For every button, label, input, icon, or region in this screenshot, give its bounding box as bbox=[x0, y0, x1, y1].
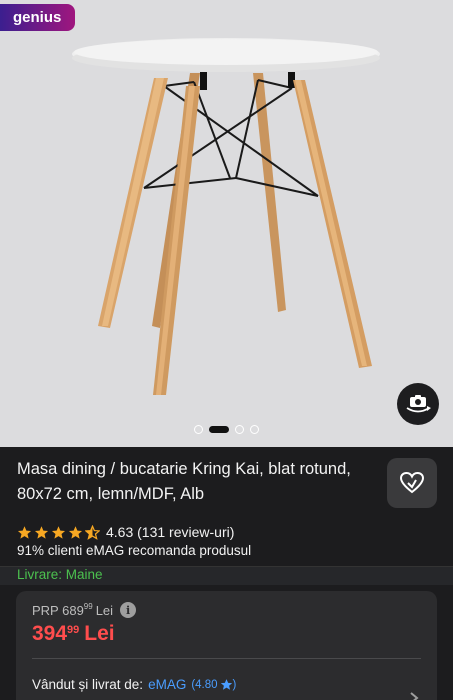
favorite-button[interactable] bbox=[387, 458, 437, 508]
seller-rating-value: (4.80 bbox=[191, 678, 218, 691]
divider bbox=[32, 658, 421, 659]
camera-rotate-button[interactable] bbox=[397, 383, 439, 425]
star-icon bbox=[34, 525, 49, 539]
prp-currency: Lei bbox=[95, 602, 114, 618]
seller-row[interactable]: Vândut și livrat de: eMAG (4.80 ) bbox=[32, 677, 236, 692]
chevron-right-icon[interactable] bbox=[409, 691, 419, 700]
gallery-dot[interactable] bbox=[250, 425, 259, 434]
rating-row[interactable]: 4.63 (131 review-uri) bbox=[17, 524, 234, 540]
info-icon[interactable]: i bbox=[120, 602, 137, 618]
genius-badge: genius bbox=[0, 4, 76, 31]
delivery-label: Livrare: Maine bbox=[17, 567, 103, 582]
seller-link[interactable]: eMAG bbox=[148, 677, 186, 692]
camera-rotate-icon bbox=[406, 395, 431, 413]
gallery-dot[interactable] bbox=[194, 425, 203, 434]
seller-label: Vândut și livrat de: bbox=[32, 677, 144, 692]
heart-icon bbox=[399, 471, 425, 494]
current-price: 394 99 Lei bbox=[32, 622, 115, 646]
gallery-pagination bbox=[0, 425, 453, 434]
prp-prefix: PRP 689 bbox=[32, 602, 84, 618]
gallery-dot-active[interactable] bbox=[209, 426, 229, 433]
product-gallery[interactable]: genius bbox=[0, 0, 453, 447]
price-main: 394 bbox=[32, 622, 68, 645]
recommend-text: 91% clienti eMAG recomanda produsul bbox=[17, 543, 252, 558]
rating-stars bbox=[17, 524, 100, 540]
price-decimals: 99 bbox=[67, 624, 80, 636]
seller-rating-close: ) bbox=[232, 678, 237, 691]
price-currency: Lei bbox=[84, 622, 115, 645]
star-half-icon bbox=[85, 524, 100, 540]
star-icon bbox=[68, 525, 83, 539]
product-title: Masa dining / bucatarie Kring Kai, blat … bbox=[17, 460, 351, 503]
rating-text[interactable]: 4.63 (131 review-uri) bbox=[106, 524, 234, 540]
seller-rating: (4.80 ) bbox=[191, 678, 236, 691]
product-image bbox=[72, 38, 380, 395]
prp-price: PRP 689 99 Lei i bbox=[32, 601, 137, 618]
gallery-dot[interactable] bbox=[235, 425, 244, 434]
star-icon bbox=[51, 525, 66, 539]
star-icon bbox=[220, 679, 232, 690]
prp-decimals: 99 bbox=[83, 601, 93, 611]
price-card: PRP 689 99 Lei i 394 99 Lei Vândut și li… bbox=[16, 591, 437, 700]
star-icon bbox=[17, 525, 32, 539]
